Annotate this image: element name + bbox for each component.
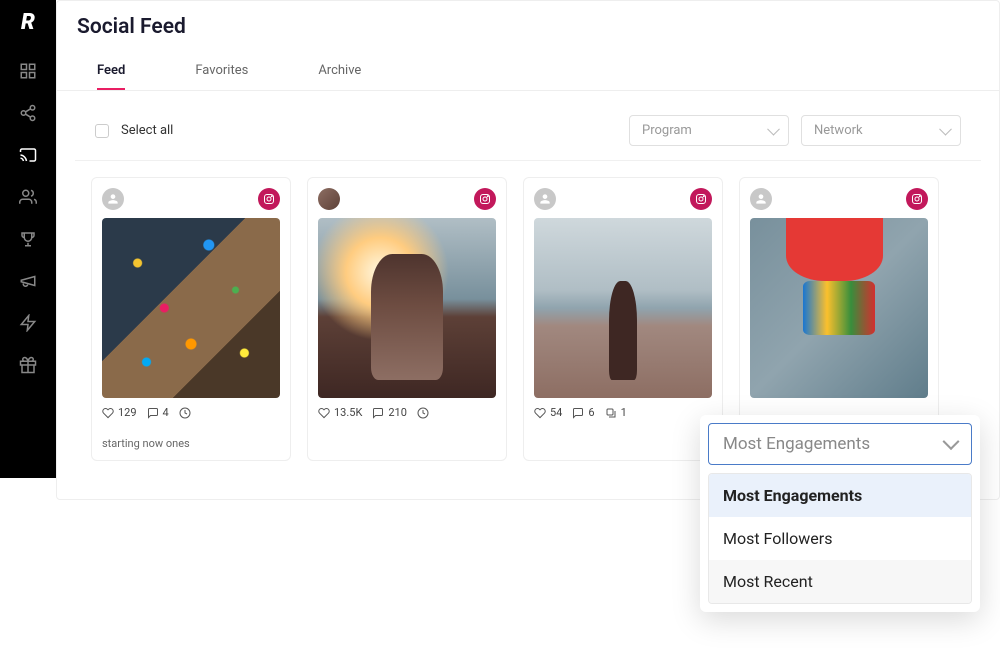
clock-icon bbox=[417, 407, 429, 419]
post-stats: 54 6 1 bbox=[534, 406, 712, 419]
sort-option-engagements[interactable]: Most Engagements bbox=[709, 474, 971, 517]
instagram-icon bbox=[479, 193, 491, 205]
post-caption: starting now ones bbox=[102, 437, 280, 450]
nav-people[interactable] bbox=[18, 187, 38, 207]
instagram-badge bbox=[690, 188, 712, 210]
tab-feed[interactable]: Feed bbox=[97, 53, 125, 90]
person-icon bbox=[754, 192, 768, 206]
select-all-label: Select all bbox=[121, 123, 173, 138]
nav-announce[interactable] bbox=[18, 271, 38, 291]
feed-card[interactable]: 54 6 1 bbox=[523, 177, 723, 461]
post-image[interactable] bbox=[102, 218, 280, 398]
program-filter[interactable]: Program bbox=[629, 115, 789, 146]
app-logo: R bbox=[21, 10, 35, 35]
sort-select[interactable]: Most Engagements bbox=[708, 423, 972, 465]
comment-count: 210 bbox=[388, 406, 407, 419]
avatar[interactable] bbox=[750, 188, 772, 210]
post-image[interactable] bbox=[534, 218, 712, 398]
toolbar: Select all Program Network bbox=[75, 101, 981, 161]
sort-option-followers[interactable]: Most Followers bbox=[709, 517, 971, 560]
sidebar: R bbox=[0, 0, 56, 478]
sort-dropdown-popup: Most Engagements Most Engagements Most F… bbox=[700, 415, 980, 612]
heart-icon bbox=[534, 407, 546, 419]
comment-count: 6 bbox=[588, 406, 594, 419]
nav-gift[interactable] bbox=[18, 355, 38, 375]
lightning-icon bbox=[19, 314, 37, 332]
trophy-icon bbox=[19, 230, 37, 248]
feed-card[interactable]: 129 4 starting now ones bbox=[91, 177, 291, 461]
instagram-icon bbox=[263, 193, 275, 205]
heart-icon bbox=[318, 407, 330, 419]
post-stats: 129 4 bbox=[102, 406, 280, 419]
grid-icon bbox=[19, 62, 37, 80]
post-image[interactable] bbox=[750, 218, 928, 398]
page-title: Social Feed bbox=[57, 1, 999, 53]
nav-trophy[interactable] bbox=[18, 229, 38, 249]
select-all-checkbox[interactable] bbox=[95, 124, 109, 138]
tabs: Feed Favorites Archive bbox=[57, 53, 999, 91]
nav-feed[interactable] bbox=[18, 145, 38, 165]
like-count: 13.5K bbox=[334, 406, 362, 419]
share-icon bbox=[19, 104, 37, 122]
cast-icon bbox=[19, 146, 37, 164]
avatar[interactable] bbox=[534, 188, 556, 210]
instagram-badge bbox=[906, 188, 928, 210]
like-count: 129 bbox=[118, 406, 137, 419]
users-icon bbox=[19, 188, 37, 206]
instagram-icon bbox=[695, 193, 707, 205]
extra-count: 1 bbox=[621, 406, 627, 419]
avatar[interactable] bbox=[318, 188, 340, 210]
person-icon bbox=[106, 192, 120, 206]
avatar[interactable] bbox=[102, 188, 124, 210]
clock-icon bbox=[179, 407, 191, 419]
instagram-badge bbox=[258, 188, 280, 210]
sort-options-list: Most Engagements Most Followers Most Rec… bbox=[708, 473, 972, 604]
nav-network[interactable] bbox=[18, 103, 38, 123]
gift-icon bbox=[19, 356, 37, 374]
comment-icon bbox=[572, 407, 584, 419]
megaphone-icon bbox=[19, 272, 37, 290]
tab-archive[interactable]: Archive bbox=[318, 53, 361, 90]
nav-activity[interactable] bbox=[18, 313, 38, 333]
instagram-badge bbox=[474, 188, 496, 210]
instagram-icon bbox=[911, 193, 923, 205]
nav-dashboard[interactable] bbox=[18, 61, 38, 81]
network-filter[interactable]: Network bbox=[801, 115, 961, 146]
comment-icon bbox=[372, 407, 384, 419]
carousel-icon bbox=[605, 407, 617, 419]
feed-card[interactable]: 13.5K 210 bbox=[307, 177, 507, 461]
person-icon bbox=[538, 192, 552, 206]
post-image[interactable] bbox=[318, 218, 496, 398]
post-stats: 13.5K 210 bbox=[318, 406, 496, 419]
heart-icon bbox=[102, 407, 114, 419]
sort-option-recent[interactable]: Most Recent bbox=[709, 560, 971, 603]
comment-count: 4 bbox=[163, 406, 169, 419]
tab-favorites[interactable]: Favorites bbox=[195, 53, 248, 90]
comment-icon bbox=[147, 407, 159, 419]
like-count: 54 bbox=[550, 406, 562, 419]
